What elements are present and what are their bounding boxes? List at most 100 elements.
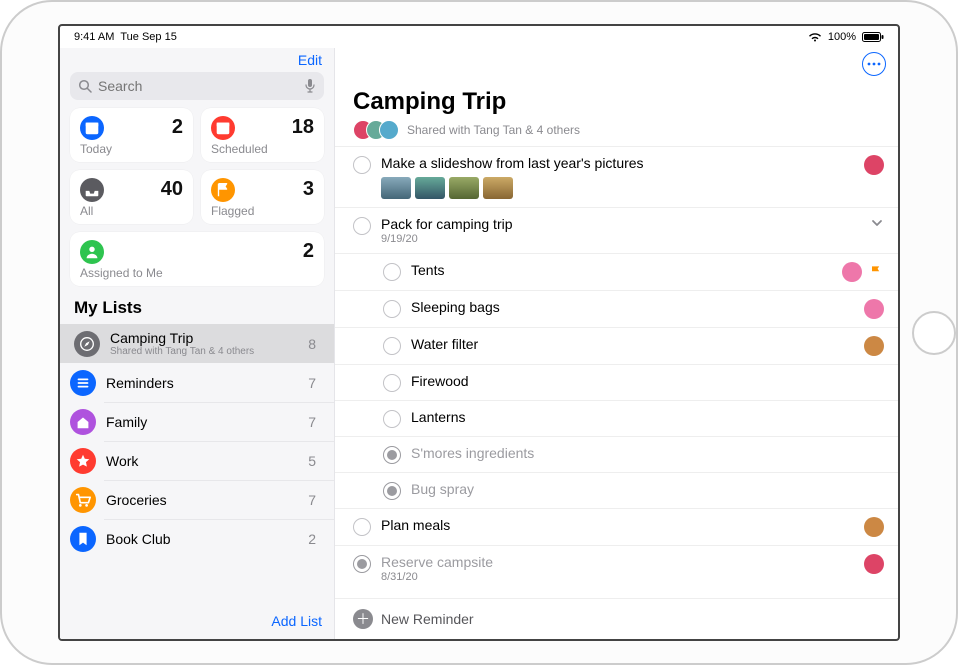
ipad-frame: 9:41 AM Tue Sep 15 100% Edit [0, 0, 958, 665]
status-bar: 9:41 AM Tue Sep 15 100% [60, 26, 898, 48]
completion-toggle[interactable] [353, 518, 371, 536]
list-title: Camping TripShared with Tang Tan & 4 oth… [110, 331, 298, 357]
card-count: 2 [303, 240, 314, 263]
list-count: 5 [308, 453, 324, 469]
list-item[interactable]: Work5 [104, 441, 334, 480]
flag-icon [211, 178, 235, 202]
reminder-row[interactable]: Firewood [335, 364, 898, 400]
card-scheduled[interactable]: 18Scheduled [201, 108, 324, 162]
completion-toggle[interactable] [353, 555, 371, 573]
tray-icon [80, 178, 104, 202]
completion-toggle[interactable] [383, 337, 401, 355]
mic-icon[interactable] [304, 78, 316, 94]
reminder-title: Water filter [411, 336, 854, 352]
card-label: Scheduled [211, 142, 314, 156]
reminder-date: 9/19/20 [381, 233, 860, 245]
list-title: Reminders [106, 376, 298, 391]
reminder-date: 8/31/20 [381, 571, 854, 583]
shared-avatars [353, 120, 399, 140]
list-title: Camping Trip [353, 88, 880, 116]
battery-icon [862, 32, 884, 42]
list-item[interactable]: Reminders7 [104, 363, 334, 402]
reminder-row[interactable]: Plan meals [335, 508, 898, 545]
thumbnail[interactable] [415, 177, 445, 199]
reminder-title: Firewood [411, 373, 874, 389]
thumbnail[interactable] [483, 177, 513, 199]
new-reminder-button[interactable]: ＋ New Reminder [335, 598, 898, 639]
completion-toggle[interactable] [383, 374, 401, 392]
list-item[interactable]: Book Club 2 [104, 519, 334, 558]
list-title: Family [106, 415, 298, 430]
compass-icon [74, 331, 100, 357]
reminder-row[interactable]: Water filter [335, 327, 898, 364]
list-count: 8 [308, 336, 324, 352]
completion-toggle[interactable] [353, 217, 371, 235]
list-count: 7 [308, 414, 324, 430]
star-icon [70, 448, 96, 474]
completion-toggle[interactable] [353, 156, 371, 174]
card-today[interactable]: 2Today [70, 108, 193, 162]
search-field[interactable] [70, 72, 324, 100]
ellipsis-icon [867, 62, 881, 66]
reminder-title: Tents [411, 262, 832, 278]
avatar [379, 120, 399, 140]
list-subtitle: Shared with Tang Tan & 4 others [110, 346, 298, 357]
completion-toggle[interactable] [383, 446, 401, 464]
search-icon [78, 79, 92, 93]
assignee-avatar [864, 554, 884, 574]
list-count: 2 [308, 531, 324, 547]
status-time: 9:41 AM [74, 31, 114, 43]
home-button[interactable] [912, 311, 956, 355]
shared-info-row[interactable]: Shared with Tang Tan & 4 others [353, 120, 880, 140]
bookmark-icon [70, 526, 96, 552]
assignee-avatar [864, 299, 884, 319]
reminder-row[interactable]: Tents [335, 253, 898, 290]
card-count: 3 [303, 178, 314, 201]
reminder-row[interactable]: Lanterns [335, 400, 898, 436]
main-pane: Camping Trip Shared with Tang Tan & 4 ot… [335, 48, 898, 639]
reminders-list: Make a slideshow from last year's pictur… [335, 146, 898, 598]
thumbnail[interactable] [449, 177, 479, 199]
edit-button[interactable]: Edit [298, 52, 322, 68]
list-title: Groceries [106, 493, 298, 508]
card-assigned[interactable]: 2Assigned to Me [70, 232, 324, 286]
smart-list-cards: 2Today18Scheduled40All 3 Flagged 2Assigned … [60, 108, 334, 286]
list-title: Book Club [106, 532, 298, 547]
thumbnail[interactable] [381, 177, 411, 199]
list-item[interactable]: Family 7 [104, 402, 334, 441]
reminder-row[interactable]: S'mores ingredients [335, 436, 898, 472]
card-flagged[interactable]: 3 Flagged [201, 170, 324, 224]
more-button[interactable] [862, 52, 886, 76]
completion-toggle[interactable] [383, 410, 401, 428]
attachment-thumbnails[interactable] [381, 177, 854, 199]
add-list-button[interactable]: Add List [271, 613, 322, 629]
reminder-row[interactable]: Pack for camping trip9/19/20 [335, 207, 898, 253]
reminder-title: Lanterns [411, 409, 874, 425]
person-icon [80, 240, 104, 264]
list-item[interactable]: Groceries 7 [104, 480, 334, 519]
new-reminder-label: New Reminder [381, 611, 474, 627]
reminder-row[interactable]: Make a slideshow from last year's pictur… [335, 146, 898, 207]
cart-icon [70, 487, 96, 513]
reminder-row[interactable]: Bug spray [335, 472, 898, 508]
card-label: Flagged [211, 204, 314, 218]
reminder-row[interactable]: Reserve campsite8/31/20 [335, 545, 898, 591]
completion-toggle[interactable] [383, 263, 401, 281]
reminder-title: Plan meals [381, 517, 854, 533]
reminder-row[interactable]: Sleeping bags [335, 290, 898, 327]
assignee-avatar [842, 262, 862, 282]
calendar-icon [80, 116, 104, 140]
lists-area: Camping TripShared with Tang Tan & 4 oth… [60, 324, 334, 605]
card-all[interactable]: 40All [70, 170, 193, 224]
assignee-avatar [864, 336, 884, 356]
reminder-title: Pack for camping trip [381, 216, 860, 232]
list-item[interactable]: Camping TripShared with Tang Tan & 4 oth… [60, 324, 334, 363]
search-input[interactable] [98, 78, 304, 94]
status-date: Tue Sep 15 [120, 31, 176, 43]
chevron-down-icon[interactable] [870, 216, 884, 230]
completion-toggle[interactable] [383, 482, 401, 500]
reminder-title: Bug spray [411, 481, 874, 497]
completion-toggle[interactable] [383, 300, 401, 318]
list-count: 7 [308, 492, 324, 508]
calendar-icon [211, 116, 235, 140]
